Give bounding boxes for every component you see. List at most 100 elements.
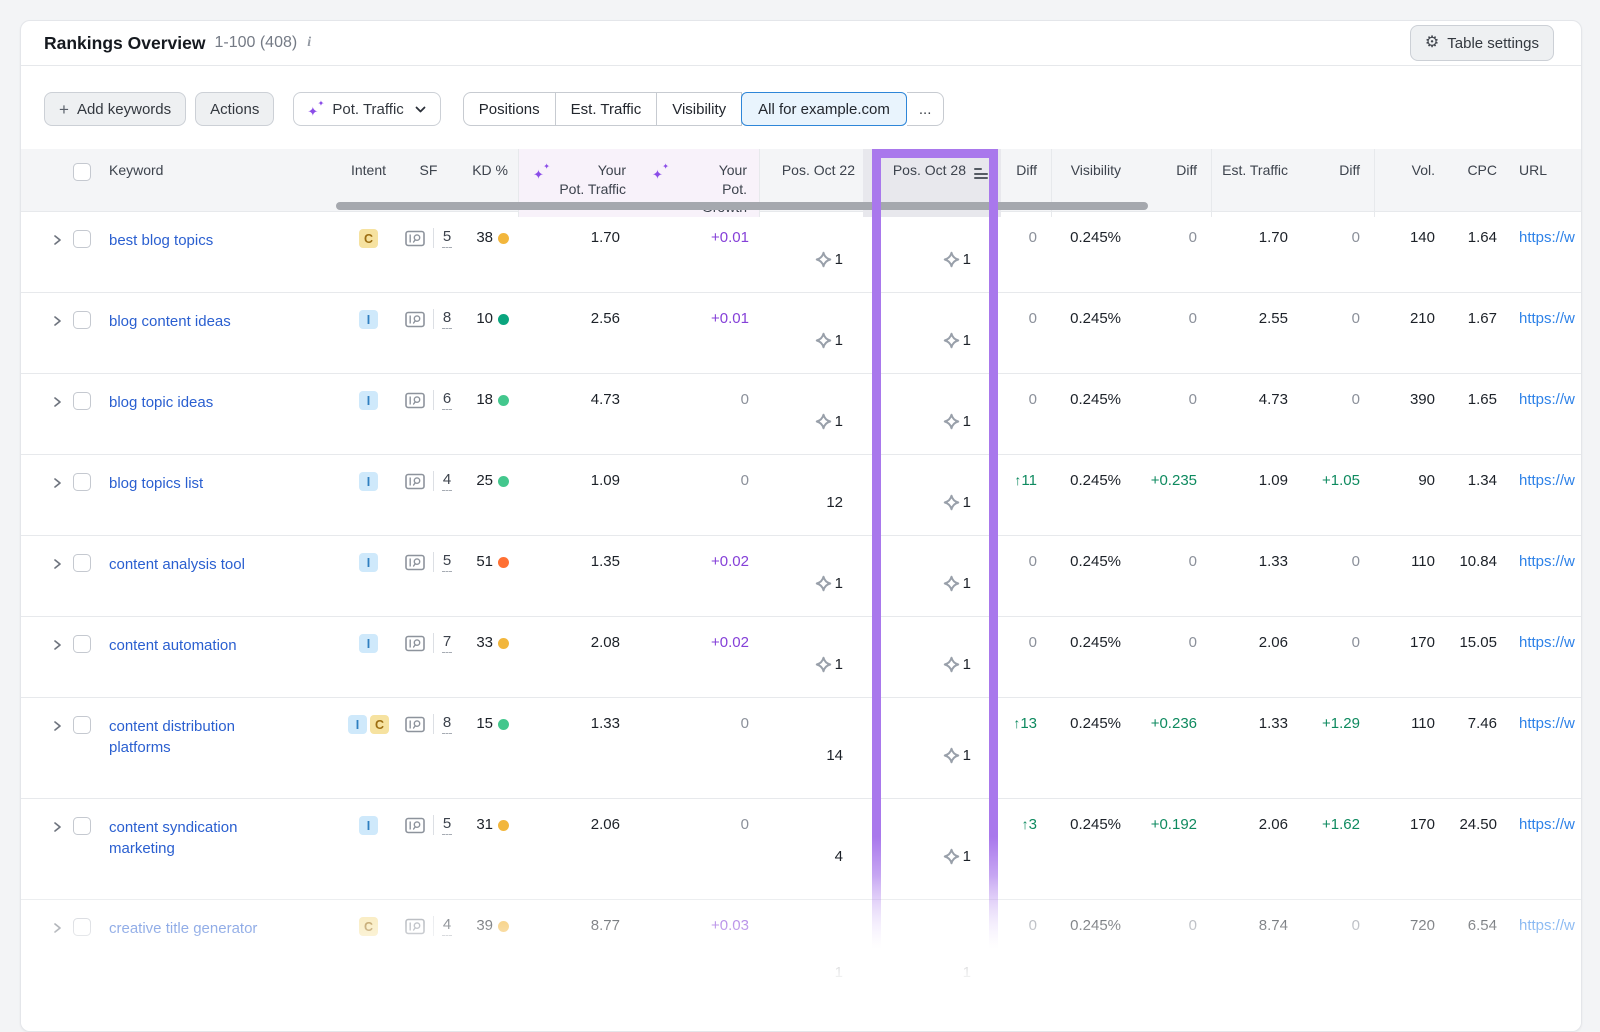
est-traffic-cell: 2.06 [1211, 617, 1296, 697]
pot-growth-value: 0 [741, 816, 749, 833]
sf-cell: 4 [396, 455, 461, 535]
volume-cell: 110 [1374, 536, 1441, 616]
serp-feature-position-icon [815, 251, 832, 268]
expand-chevron-icon[interactable] [51, 921, 67, 938]
metric-dropdown[interactable]: ✦✦ Pot. Traffic [293, 92, 440, 126]
position-cell: 14 [759, 698, 863, 798]
row-checkbox[interactable] [73, 554, 91, 572]
expand-chevron-icon[interactable] [51, 557, 67, 574]
position-value: 1 [963, 848, 971, 865]
keyword-link[interactable]: content analysis tool [109, 554, 245, 575]
expand-chevron-icon[interactable] [51, 395, 67, 412]
keyword-link[interactable]: blog topic ideas [109, 392, 213, 413]
sf-count[interactable]: 5 [442, 816, 452, 835]
keyword-link[interactable]: content syndication marketing [109, 817, 279, 859]
add-keywords-button[interactable]: + Add keywords [44, 92, 186, 126]
url-link[interactable]: https://w [1519, 634, 1575, 651]
row-checkbox[interactable] [73, 918, 91, 936]
url-cell: https://w [1503, 617, 1581, 697]
pot-traffic-cell: 1.70 [518, 212, 638, 292]
expand-chevron-icon[interactable] [51, 476, 67, 493]
column-header-url[interactable]: URL [1503, 149, 1581, 217]
keyword-link[interactable]: best blog topics [109, 230, 213, 251]
url-link[interactable]: https://w [1519, 917, 1575, 934]
tab-est-traffic[interactable]: Est. Traffic [556, 92, 658, 126]
tab-all-for-example[interactable]: All for example.com [741, 92, 907, 126]
url-link[interactable]: https://w [1519, 816, 1575, 833]
more-views-button[interactable]: ... [907, 92, 945, 126]
intent-badge-i[interactable]: I [348, 715, 367, 734]
table-settings-button[interactable]: ⚙ Table settings [1410, 25, 1554, 61]
position-value: 1 [835, 332, 843, 349]
column-header-cpc[interactable]: CPC [1441, 149, 1503, 217]
visibility-diff-cell: +0.192 [1131, 799, 1211, 899]
sf-count[interactable]: 8 [442, 715, 452, 734]
sf-count[interactable]: 5 [442, 229, 452, 248]
horizontal-scrollbar[interactable] [336, 202, 1148, 210]
intent-badge-i[interactable]: I [359, 634, 378, 653]
sf-cell: 8 [396, 698, 461, 798]
url-link[interactable]: https://w [1519, 229, 1575, 246]
row-checkbox[interactable] [73, 817, 91, 835]
intent-cell: I [341, 455, 396, 535]
column-header-est-traffic[interactable]: Est. Traffic [1211, 149, 1296, 217]
column-header-diff-est-traffic[interactable]: Diff [1296, 149, 1374, 217]
url-link[interactable]: https://w [1519, 391, 1575, 408]
row-checkbox[interactable] [73, 392, 91, 410]
keyword-link[interactable]: creative title generator [109, 918, 257, 939]
tab-visibility[interactable]: Visibility [657, 92, 742, 126]
sf-count[interactable]: 6 [442, 391, 452, 410]
intent-badge-i[interactable]: I [359, 553, 378, 572]
position-cell: 1 [863, 799, 1001, 899]
sf-count[interactable]: 4 [442, 472, 452, 491]
kd-difficulty-dot [498, 476, 509, 487]
visibility-diff-cell: 0 [1131, 617, 1211, 697]
row-checkbox[interactable] [73, 311, 91, 329]
keyword-link[interactable]: content automation [109, 635, 237, 656]
keyword-link[interactable]: content distribution platforms [109, 716, 279, 758]
expand-chevron-icon[interactable] [51, 820, 67, 837]
intent-badge-c[interactable]: C [359, 229, 378, 248]
position-diff-up: ↑3 [1022, 816, 1037, 833]
intent-badge-i[interactable]: I [359, 472, 378, 491]
select-all-checkbox[interactable] [73, 163, 91, 181]
sf-count[interactable]: 7 [442, 634, 452, 653]
volume-cell: 170 [1374, 617, 1441, 697]
sf-count[interactable]: 4 [442, 917, 452, 936]
visibility-diff-cell: 0 [1131, 900, 1211, 1029]
expand-chevron-icon[interactable] [51, 314, 67, 331]
intent-badge-i[interactable]: I [359, 391, 378, 410]
column-header-volume[interactable]: Vol. [1374, 149, 1441, 217]
row-checkbox[interactable] [73, 635, 91, 653]
column-header-keyword[interactable]: Keyword [21, 149, 341, 217]
url-link[interactable]: https://w [1519, 715, 1575, 732]
serp-features-icon [405, 716, 425, 733]
sf-divider [433, 390, 434, 410]
expand-chevron-icon[interactable] [51, 638, 67, 655]
position-cell: 1 [863, 374, 1001, 454]
keyword-link[interactable]: blog topics list [109, 473, 203, 494]
keyword-link[interactable]: blog content ideas [109, 311, 231, 332]
expand-chevron-icon[interactable] [51, 719, 67, 736]
row-checkbox[interactable] [73, 716, 91, 734]
row-checkbox[interactable] [73, 473, 91, 491]
kd-difficulty-dot [498, 395, 509, 406]
intent-badge-i[interactable]: I [359, 310, 378, 329]
intent-badge-c[interactable]: C [359, 917, 378, 936]
row-checkbox[interactable] [73, 230, 91, 248]
volume-cell: 110 [1374, 698, 1441, 798]
intent-badge-c[interactable]: C [370, 715, 389, 734]
expand-chevron-icon[interactable] [51, 233, 67, 250]
actions-button[interactable]: Actions [195, 92, 274, 126]
url-link[interactable]: https://w [1519, 310, 1575, 327]
url-link[interactable]: https://w [1519, 553, 1575, 570]
url-link[interactable]: https://w [1519, 472, 1575, 489]
info-icon[interactable]: i [307, 35, 311, 51]
sf-count[interactable]: 8 [442, 310, 452, 329]
sf-count[interactable]: 5 [442, 553, 452, 572]
diff-zero: 0 [1352, 310, 1360, 327]
intent-badge-i[interactable]: I [359, 816, 378, 835]
est-traffic-cell: 1.09 [1211, 455, 1296, 535]
tab-positions[interactable]: Positions [463, 92, 556, 126]
card-header: Rankings Overview 1-100 (408) i ⚙ Table … [21, 21, 1581, 66]
